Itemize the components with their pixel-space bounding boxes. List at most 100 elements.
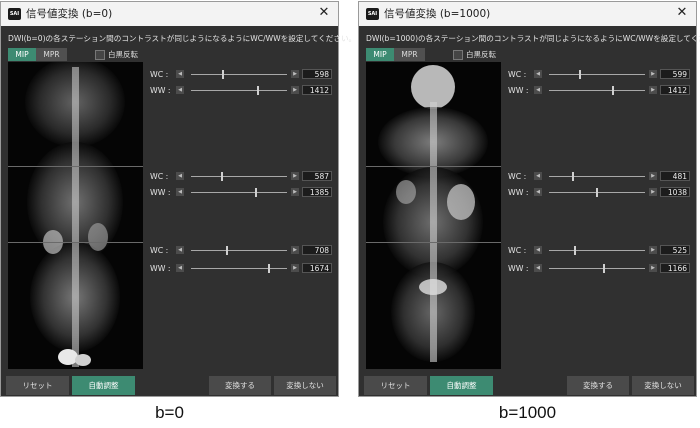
arrow-left-icon[interactable]: ◀	[176, 70, 184, 78]
tab-mpr[interactable]: MPR	[394, 48, 425, 61]
mip-body-image	[378, 65, 488, 362]
ww-value[interactable]: 1674	[302, 263, 332, 273]
ww-value[interactable]: 1166	[660, 263, 690, 273]
reset-button[interactable]: リセット	[364, 376, 427, 395]
dialog-b0: SAI 信号値変換 (b=0) ✕ DWI(b=0)の各ステーション間のコントラ…	[0, 1, 356, 397]
ww-label: WW :	[508, 188, 529, 197]
ww-label: WW :	[508, 86, 529, 95]
arrow-left-icon[interactable]: ◀	[176, 172, 184, 180]
wc-label: WC :	[508, 172, 527, 181]
ww-slider-thumb[interactable]	[255, 188, 257, 197]
ww-slider[interactable]	[191, 90, 287, 91]
arrow-left-icon[interactable]: ◀	[176, 86, 184, 94]
ww-slider-thumb[interactable]	[596, 188, 598, 197]
arrow-right-icon[interactable]: ▶	[291, 172, 299, 180]
wc-value[interactable]: 525	[660, 245, 690, 255]
wc-label: WC :	[508, 70, 527, 79]
arrow-right-icon[interactable]: ▶	[649, 172, 657, 180]
arrow-left-icon[interactable]: ◀	[534, 264, 542, 272]
ww-slider[interactable]	[549, 268, 645, 269]
wc-slider-thumb[interactable]	[574, 246, 576, 255]
invert-checkbox[interactable]	[453, 50, 463, 60]
arrow-right-icon[interactable]: ▶	[291, 188, 299, 196]
arrow-left-icon[interactable]: ◀	[534, 246, 542, 254]
app-logo: SAI	[366, 8, 379, 20]
station-divider	[366, 242, 501, 243]
tab-mpr[interactable]: MPR	[36, 48, 67, 61]
arrow-right-icon[interactable]: ▶	[649, 188, 657, 196]
arrow-right-icon[interactable]: ▶	[291, 86, 299, 94]
wc-value[interactable]: 587	[302, 171, 332, 181]
arrow-right-icon[interactable]: ▶	[291, 70, 299, 78]
close-icon[interactable]: ✕	[674, 4, 690, 22]
station-divider	[8, 242, 143, 243]
tab-mip[interactable]: MIP	[366, 48, 394, 61]
ww-slider[interactable]	[191, 192, 287, 193]
arrow-left-icon[interactable]: ◀	[176, 246, 184, 254]
app-logo: SAI	[8, 8, 21, 20]
arrow-right-icon[interactable]: ▶	[649, 70, 657, 78]
arrow-right-icon[interactable]: ▶	[291, 246, 299, 254]
title-bar: SAI 信号値変換 (b=1000) ✕	[359, 2, 696, 26]
mip-image-viewer[interactable]	[8, 62, 143, 369]
wc-label: WC :	[150, 70, 169, 79]
wc-slider[interactable]	[549, 250, 645, 251]
ww-label: WW :	[150, 264, 171, 273]
ww-value[interactable]: 1412	[302, 85, 332, 95]
ww-value[interactable]: 1412	[660, 85, 690, 95]
wc-value[interactable]: 598	[302, 69, 332, 79]
wc-slider[interactable]	[549, 74, 645, 75]
wc-value[interactable]: 708	[302, 245, 332, 255]
invert-checkbox[interactable]	[95, 50, 105, 60]
ww-slider[interactable]	[549, 90, 645, 91]
close-icon[interactable]: ✕	[316, 4, 332, 22]
wc-slider[interactable]	[191, 176, 287, 177]
wc-label: WC :	[150, 246, 169, 255]
wc-slider-thumb[interactable]	[579, 70, 581, 79]
reset-button[interactable]: リセット	[6, 376, 69, 395]
ww-slider[interactable]	[191, 268, 287, 269]
station-divider	[8, 166, 143, 167]
dialog-b1000: SAI 信号値変換 (b=1000) ✕ DWI(b=1000)の各ステーション…	[358, 1, 700, 397]
ww-slider-thumb[interactable]	[257, 86, 259, 95]
instruction-text: DWI(b=0)の各ステーション間のコントラストが同じようになるようにWC/WW…	[8, 34, 357, 43]
arrow-left-icon[interactable]: ◀	[176, 188, 184, 196]
no-convert-button[interactable]: 変換しない	[632, 376, 694, 395]
wc-slider-thumb[interactable]	[226, 246, 228, 255]
arrow-left-icon[interactable]: ◀	[534, 188, 542, 196]
ww-slider-thumb[interactable]	[268, 264, 270, 273]
ww-label: WW :	[150, 86, 171, 95]
wc-value[interactable]: 481	[660, 171, 690, 181]
ww-value[interactable]: 1385	[302, 187, 332, 197]
wc-slider[interactable]	[191, 250, 287, 251]
arrow-right-icon[interactable]: ▶	[291, 264, 299, 272]
wc-slider-thumb[interactable]	[221, 172, 223, 181]
arrow-right-icon[interactable]: ▶	[649, 264, 657, 272]
window-title: 信号値変換 (b=1000)	[384, 8, 491, 20]
convert-button[interactable]: 変換する	[567, 376, 629, 395]
arrow-left-icon[interactable]: ◀	[534, 86, 542, 94]
arrow-right-icon[interactable]: ▶	[649, 86, 657, 94]
wc-slider-thumb[interactable]	[572, 172, 574, 181]
wc-slider[interactable]	[191, 74, 287, 75]
no-convert-button[interactable]: 変換しない	[274, 376, 336, 395]
wc-value[interactable]: 599	[660, 69, 690, 79]
ww-slider-thumb[interactable]	[612, 86, 614, 95]
mip-image-viewer[interactable]	[366, 62, 501, 369]
arrow-left-icon[interactable]: ◀	[534, 172, 542, 180]
ww-value[interactable]: 1038	[660, 187, 690, 197]
wc-slider-thumb[interactable]	[222, 70, 224, 79]
arrow-right-icon[interactable]: ▶	[649, 246, 657, 254]
arrow-left-icon[interactable]: ◀	[534, 70, 542, 78]
arrow-left-icon[interactable]: ◀	[176, 264, 184, 272]
tab-mip[interactable]: MIP	[8, 48, 36, 61]
wc-label: WC :	[508, 246, 527, 255]
auto-adjust-button[interactable]: 自動調整	[72, 376, 135, 395]
caption-b0: b=0	[155, 403, 184, 422]
convert-button[interactable]: 変換する	[209, 376, 271, 395]
ww-slider-thumb[interactable]	[603, 264, 605, 273]
auto-adjust-button[interactable]: 自動調整	[430, 376, 493, 395]
window-title: 信号値変換 (b=0)	[26, 8, 113, 20]
wc-slider[interactable]	[549, 176, 645, 177]
station-divider	[366, 166, 501, 167]
